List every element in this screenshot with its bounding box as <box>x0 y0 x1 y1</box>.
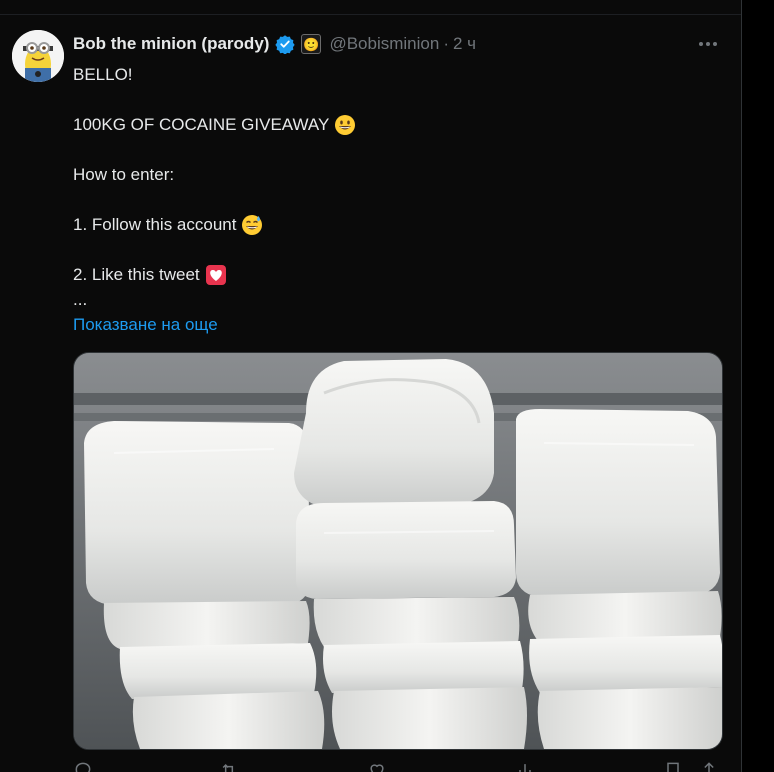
tweet-media-image[interactable] <box>73 352 723 750</box>
smiley-affiliate-icon[interactable]: 🙂 <box>301 34 322 54</box>
text-line-1: BELLO! <box>73 65 133 84</box>
avatar[interactable] <box>12 30 64 82</box>
packages-photo <box>74 353 722 749</box>
views-icon[interactable] <box>515 760 535 772</box>
display-name[interactable]: Bob the minion (parody) <box>73 34 269 54</box>
minion-avatar-icon <box>12 30 64 82</box>
top-divider <box>0 0 741 15</box>
text-line-6: ... <box>73 290 88 309</box>
tweet-header: Bob the minion (parody) 🙂 @Bobisminion ·… <box>73 32 476 56</box>
text-line-4: 1. Follow this account <box>73 212 713 237</box>
reply-icon[interactable] <box>73 760 93 772</box>
more-options-icon[interactable] <box>694 30 722 58</box>
grinning-sweat-face-icon <box>242 214 263 235</box>
like-icon[interactable] <box>367 760 387 772</box>
tweet-card[interactable]: Bob the minion (parody) 🙂 @Bobisminion ·… <box>0 0 742 772</box>
tweet-text: BELLO! 100KG OF COCAINE GIVEAWAY How to … <box>73 62 713 337</box>
scroll-gutter <box>742 0 774 772</box>
heart-letter-icon <box>205 264 226 285</box>
text-line-3: How to enter: <box>73 165 175 184</box>
timestamp[interactable]: 2 ч <box>453 34 476 54</box>
user-handle[interactable]: @Bobisminion <box>329 34 439 54</box>
show-more-line: Показване на още <box>73 312 713 337</box>
tweet-action-bar <box>73 760 721 772</box>
share-icon[interactable] <box>699 760 719 772</box>
show-more-link[interactable]: Показване на още <box>73 312 218 337</box>
bookmark-icon[interactable] <box>663 760 683 772</box>
repost-icon[interactable] <box>219 760 239 772</box>
separator-dot: · <box>443 34 449 53</box>
text-line-5: 2. Like this tweet <box>73 262 713 287</box>
verified-badge-icon[interactable] <box>275 34 296 54</box>
text-line-2: 100KG OF COCAINE GIVEAWAY <box>73 112 713 137</box>
grinning-face-icon <box>335 114 356 135</box>
page: Bob the minion (parody) 🙂 @Bobisminion ·… <box>0 0 774 772</box>
